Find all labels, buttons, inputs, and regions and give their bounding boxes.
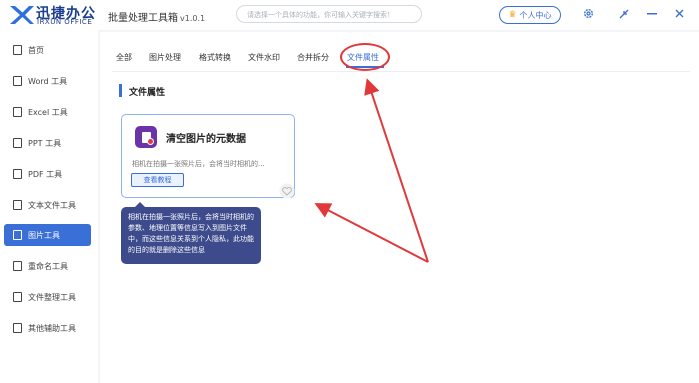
shrink-icon[interactable] — [619, 9, 629, 19]
sidebar-item-label: 首页 — [28, 45, 44, 55]
card-description: 相机在拍摄一张照片后，会将当时相机的... — [132, 160, 265, 168]
section-marker — [119, 84, 122, 97]
sidebar-item-label: 图片工具 — [28, 230, 60, 240]
sidebar-item-label: PDF 工具 — [28, 169, 63, 179]
app-name: 批量处理工具箱 — [108, 13, 178, 24]
pdf-file-icon — [13, 169, 22, 179]
sidebar-item-label: Word 工具 — [28, 76, 68, 86]
sidebar-item-label: 重命名工具 — [28, 261, 68, 271]
image-metadata-icon — [135, 126, 157, 148]
text-file-icon — [13, 200, 22, 210]
user-center-label: 个人中心 — [519, 10, 552, 20]
favorite-heart-icon[interactable] — [279, 183, 295, 199]
sidebar-item-pdf[interactable]: PDF 工具 — [4, 163, 91, 185]
sidebar-item-label: 其他辅助工具 — [28, 323, 76, 333]
sidebar-item-excel[interactable]: Excel 工具 — [4, 101, 91, 123]
sidebar-item-label: 文本文件工具 — [28, 200, 76, 210]
minimize-icon[interactable] — [647, 12, 657, 16]
home-icon — [13, 45, 22, 55]
main-panel: 全部 图片处理 格式转换 文件水印 合并拆分 文件属性 文件属性 清空图片的元数… — [100, 32, 699, 383]
tabs-divider — [112, 71, 690, 72]
sidebar-item-word[interactable]: Word 工具 — [4, 70, 91, 92]
app-version: v1.0.1 — [180, 14, 206, 23]
crown-icon: ♛ — [508, 10, 517, 20]
app-title: 批量处理工具箱 v1.0.1 — [108, 9, 205, 24]
sidebar-item-text-file[interactable]: 文本文件工具 — [4, 194, 91, 216]
ppt-file-icon — [13, 138, 22, 148]
user-center-button[interactable]: ♛ 个人中心 — [499, 6, 561, 24]
sidebar: 首页 Word 工具 Excel 工具 PPT 工具 PDF 工具 文本文件工具… — [0, 30, 98, 383]
sidebar-item-other-tools[interactable]: 其他辅助工具 — [4, 317, 91, 339]
tool-card-clear-image-metadata[interactable]: 清空图片的元数据 相机在拍摄一张照片后，会将当时相机的... 查看教程 — [121, 114, 295, 198]
logo-subtext: IRXUN OFFICE — [37, 18, 93, 26]
card-tooltip: 相机在拍摄一张照片后，会将当时相机的参数、地理位置等信息写入到图片文件中，而这些… — [121, 202, 261, 264]
view-tutorial-button[interactable]: 查看教程 — [131, 173, 184, 187]
image-icon — [13, 230, 22, 240]
search-input[interactable]: 请选择一个具体的功能，你可输入关键字搜索！ — [236, 5, 422, 23]
settings-icon[interactable] — [583, 8, 594, 19]
sidebar-item-file-organize[interactable]: 文件整理工具 — [4, 286, 91, 308]
sidebar-item-image[interactable]: 图片工具 — [4, 224, 91, 246]
tab-all[interactable]: 全部 — [116, 52, 132, 63]
folder-icon — [13, 292, 22, 302]
excel-file-icon — [13, 107, 22, 117]
tab-file-watermark[interactable]: 文件水印 — [248, 52, 280, 63]
close-icon[interactable] — [675, 9, 684, 18]
rename-icon — [13, 261, 22, 271]
sidebar-item-home[interactable]: 首页 — [4, 39, 91, 61]
sidebar-item-ppt[interactable]: PPT 工具 — [4, 132, 91, 154]
tab-merge-split[interactable]: 合并拆分 — [297, 52, 329, 63]
sidebar-item-label: 文件整理工具 — [28, 292, 76, 302]
word-file-icon — [13, 76, 22, 86]
tab-image-processing[interactable]: 图片处理 — [149, 52, 181, 63]
logo-icon — [10, 6, 34, 24]
title-bar: 迅捷办公 IRXUN OFFICE 批量处理工具箱 v1.0.1 请选择一个具体的… — [0, 0, 699, 30]
card-title: 清空图片的元数据 — [166, 134, 246, 145]
sidebar-item-label: PPT 工具 — [28, 138, 62, 148]
sidebar-item-label: Excel 工具 — [28, 107, 68, 117]
tools-icon — [13, 323, 22, 333]
sidebar-item-rename[interactable]: 重命名工具 — [4, 255, 91, 277]
annotation-circle — [340, 43, 390, 71]
tab-format-conversion[interactable]: 格式转换 — [199, 52, 231, 63]
section-title: 文件属性 — [129, 88, 166, 98]
